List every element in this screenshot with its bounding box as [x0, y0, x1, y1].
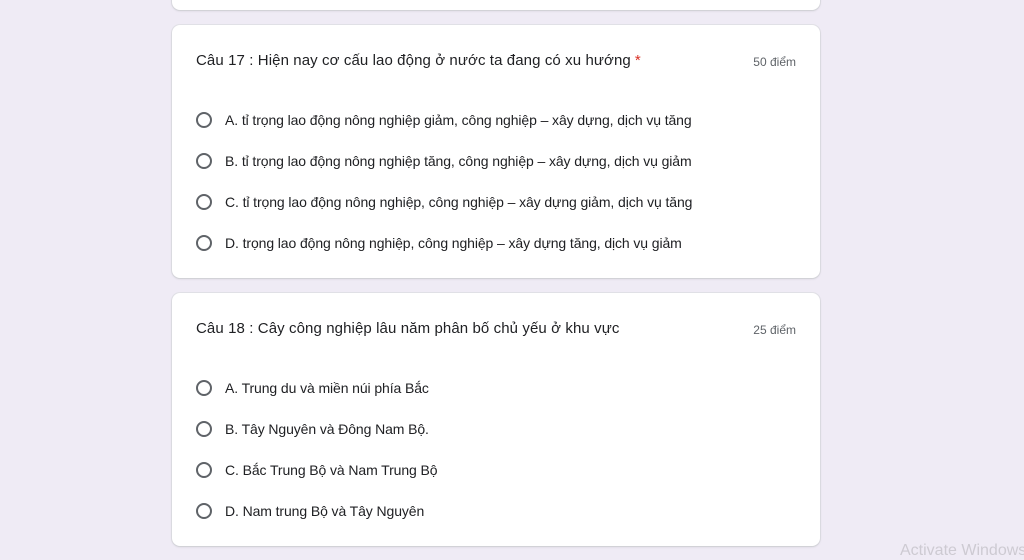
option-label: B. tỉ trọng lao động nông nghiệp tăng, c… — [225, 152, 692, 169]
option-a[interactable]: A. Trung du và miền núi phía Bắc — [196, 367, 437, 408]
radio-button-icon[interactable] — [196, 152, 212, 169]
radio-button-icon[interactable] — [196, 502, 212, 519]
question-card-18: Câu 18 : Cây công nghiệp lâu năm phân bố… — [172, 293, 820, 546]
question-title: Câu 18 : Cây công nghiệp lâu năm phân bố… — [196, 320, 619, 337]
option-c[interactable]: C. Bắc Trung Bộ và Nam Trung Bộ — [196, 449, 438, 490]
question-card-17: Câu 17 : Hiện nay cơ cấu lao động ở nước… — [172, 25, 820, 278]
option-a[interactable]: A. tỉ trọng lao động nông nghiệp giảm, c… — [196, 99, 692, 140]
option-d[interactable]: D. trọng lao động nông nghiệp, công nghi… — [196, 222, 692, 263]
question-title: Câu 17 : Hiện nay cơ cấu lao động ở nước… — [196, 52, 641, 69]
option-b[interactable]: B. Tây Nguyên và Đông Nam Bộ. — [196, 408, 437, 449]
question-title-text: Câu 18 : Cây công nghiệp lâu năm phân bố… — [196, 320, 620, 337]
option-c[interactable]: C. tỉ trọng lao động nông nghiệp, công n… — [196, 181, 692, 222]
question-points: 50 điểm — [753, 55, 796, 69]
option-label: A. Trung du và miền núi phía Bắc — [225, 379, 429, 396]
radio-button-icon[interactable] — [196, 111, 212, 128]
option-label: B. Tây Nguyên và Đông Nam Bộ. — [225, 420, 429, 437]
option-label: A. tỉ trọng lao động nông nghiệp giảm, c… — [225, 111, 692, 128]
option-label: C. tỉ trọng lao động nông nghiệp, công n… — [225, 193, 693, 210]
options-list: A. Trung du và miền núi phía Bắc B. Tây … — [196, 367, 438, 531]
radio-button-icon[interactable] — [196, 234, 212, 251]
activate-windows-watermark: Activate Windows — [900, 542, 1024, 559]
radio-button-icon[interactable] — [196, 379, 212, 396]
option-b[interactable]: B. tỉ trọng lao động nông nghiệp tăng, c… — [196, 140, 692, 181]
option-label: D. Nam trung Bộ và Tây Nguyên — [225, 502, 425, 519]
option-label: C. Bắc Trung Bộ và Nam Trung Bộ — [225, 461, 438, 478]
radio-button-icon[interactable] — [196, 420, 212, 437]
question-points: 25 điểm — [753, 323, 796, 337]
radio-button-icon[interactable] — [196, 461, 212, 478]
options-list: A. tỉ trọng lao động nông nghiệp giảm, c… — [196, 99, 692, 263]
radio-button-icon[interactable] — [196, 193, 212, 210]
question-title-text: Câu 17 : Hiện nay cơ cấu lao động ở nước… — [196, 52, 631, 69]
option-d[interactable]: D. Nam trung Bộ và Tây Nguyên — [196, 490, 437, 531]
required-asterisk: * — [634, 52, 641, 69]
option-label: D. trọng lao động nông nghiệp, công nghi… — [225, 234, 682, 251]
previous-question-card — [172, 0, 820, 10]
